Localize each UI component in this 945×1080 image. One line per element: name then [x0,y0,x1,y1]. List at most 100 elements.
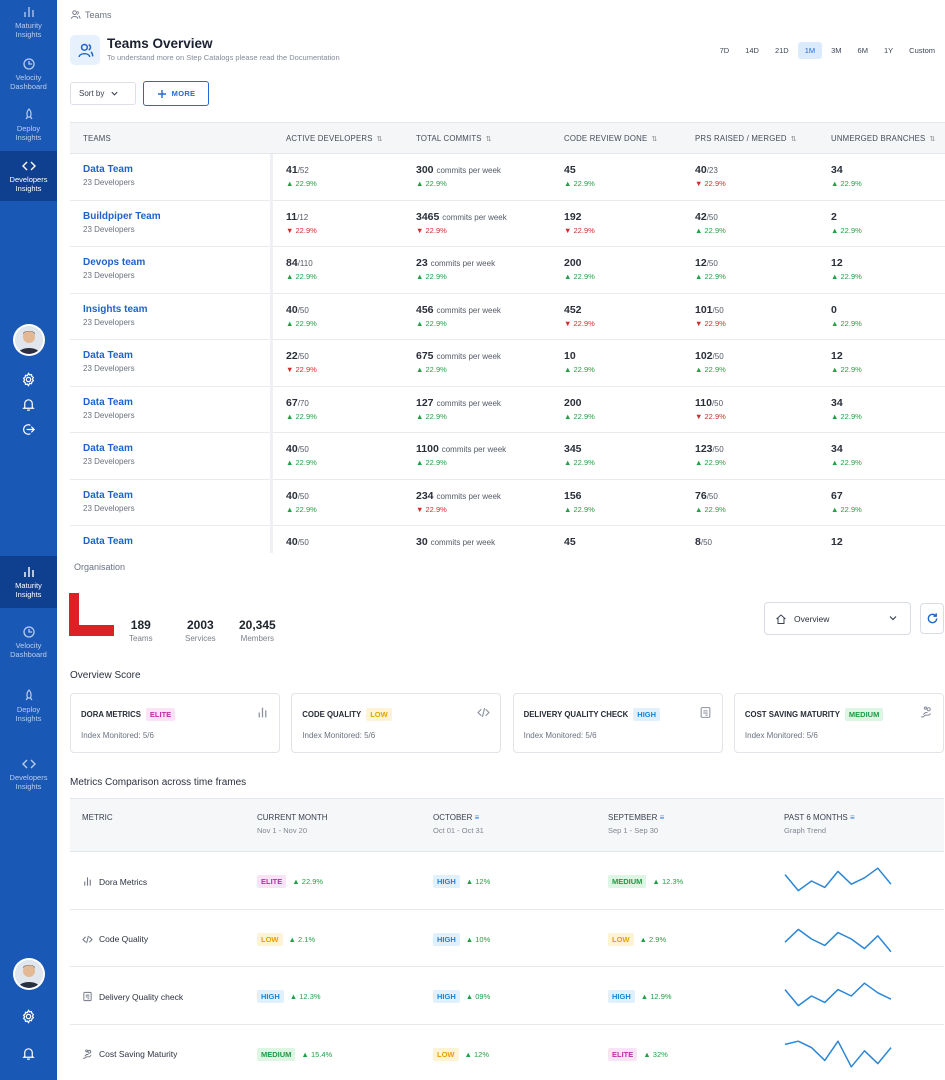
gear-icon[interactable] [21,372,36,387]
timeframe-custom[interactable]: Custom [902,42,942,59]
sort-icon[interactable]: ⇅ [651,135,657,143]
team-name-link[interactable]: Buildpiper Team [83,211,161,222]
timeframe-1m[interactable]: 1M [797,42,823,59]
team-name-link[interactable]: Data Team [83,443,135,454]
team-name-link[interactable]: Devops team [83,257,145,268]
prs-cell: 42/50 ▲ 22.9% [695,210,726,235]
score-card[interactable]: DORA METRICS ELITE Index Monitored: 5/6 [70,693,280,753]
table-row[interactable]: Delivery Quality check HIGH ▲ 12.3% HIGH ▲ 0… [70,967,944,1025]
active-developers-cell: 40/50 [286,536,309,548]
team-name-link[interactable]: Data Team [83,350,135,361]
bell-icon[interactable] [21,1046,36,1061]
logout-icon[interactable] [21,422,36,437]
total-commits-cell: 456 commits per week ▲ 22.9% [416,303,501,328]
sidebar-item-developers-insights[interactable]: Developers Insights [0,751,57,797]
col-header-prs-raised-merged[interactable]: PRS RAISED / MERGED ⇅ [695,123,797,154]
table-row[interactable]: Data Team 23 Developers 41/52 ▲ 22.9% 300 co… [70,154,945,201]
team-name-link[interactable]: Insights team [83,304,147,315]
team-name-link[interactable]: Data Team [83,490,135,501]
timeframe-21d[interactable]: 21D [768,42,796,59]
page-title: Teams Overview [107,36,213,51]
sidebar-item-deploy-insights[interactable]: Deploy Insights [0,685,57,727]
timeframe-7d[interactable]: 7D [713,42,737,59]
team-developer-count: 23 Developers [83,457,135,466]
code-review-cell: 45 [564,536,576,548]
change-indicator: ▼ 22.9% [695,318,726,328]
trend-sparkline [784,928,892,952]
col-header-active-developers[interactable]: ACTIVE DEVELOPERS ⇅ [286,123,383,154]
sidebar-item-velocity-dashboard[interactable]: Velocity Dashboard [0,56,57,92]
sort-icon[interactable]: ⇅ [929,135,935,143]
table-row[interactable]: Devops team 23 Developers 84/110 ▲ 22.9% 23 … [70,247,945,294]
overview-select[interactable]: Overview [764,602,911,635]
table-row[interactable]: Insights team 23 Developers 40/50 ▲ 22.9% 45… [70,294,945,340]
table-row[interactable]: Cost Saving Maturity MEDIUM ▲ 15.4% LOW ▲ 12… [70,1025,944,1080]
col-header-past-6-months[interactable]: PAST 6 MONTHS ≡ Graph Trend [784,813,855,835]
table-row[interactable]: Data Team 23 Developers 67/70 ▲ 22.9% 127 co… [70,387,945,433]
change-indicator: ▲ 22.9% [292,877,324,886]
active-developers-cell: 11/12 ▼ 22.9% [286,210,317,235]
table-row[interactable]: Data Team 23 Developers 22/50 ▼ 22.9% 675 co… [70,340,945,387]
score-card[interactable]: DELIVERY QUALITY CHECK HIGH Index Monitore… [512,693,723,753]
active-developers-cell: 40/50 ▲ 22.9% [286,489,317,514]
organisation-logo [69,593,114,636]
sort-icon[interactable]: ⇅ [486,135,492,143]
code-review-cell: 192 ▼ 22.9% [564,210,595,235]
users-icon [77,43,93,57]
table-row[interactable]: Data Team 23 Developers 40/50 ▲ 22.9% 1100 c… [70,433,945,480]
sidebar-item-maturity-insights[interactable]: Maturity Insights [0,556,57,608]
avatar[interactable] [15,326,43,354]
gear-icon[interactable] [21,1009,36,1024]
overview-score-cards: DORA METRICS ELITE Index Monitored: 5/6 COD… [70,693,944,753]
metric-level-cell: LOW ▲ 12% [433,1047,490,1061]
team-developer-count: 23 Developers [83,224,135,234]
col-header-unmerged-branches[interactable]: UNMERGED BRANCHES ⇅ [831,123,935,154]
change-indicator: ▲ 12% [464,1049,490,1059]
timeframe-6m[interactable]: 6M [851,42,875,59]
change-indicator: ▲ 22.9% [286,458,317,467]
code-review-cell: 156 ▲ 22.9% [564,489,595,514]
code-icon [82,934,93,945]
refresh-button[interactable] [920,603,944,634]
score-card[interactable]: CODE QUALITY LOW Index Monitored: 5/6 [291,693,502,753]
table-row[interactable]: Data Team 40/50 30 commits per week 45 8/50 1… [70,526,945,553]
filter-icon[interactable]: ≡ [850,813,855,822]
table-row[interactable]: Code Quality LOW ▲ 2.1% HIGH ▲ 10% LOW ▲ 2.9% [70,910,944,967]
prs-cell: 8/50 [695,536,712,548]
timeframe-3m[interactable]: 3M [824,42,848,59]
more-button[interactable]: MORE [143,81,209,106]
table-body: Data Team 23 Developers 41/52 ▲ 22.9% 300 co… [70,154,945,553]
change-indicator: ▲ 32% [643,1049,668,1059]
team-name-link[interactable]: Data Team [83,536,133,547]
sidebar-item-developers-insights[interactable]: Developers Insights [0,151,57,201]
timeframe-14d[interactable]: 14D [738,42,766,59]
team-name-link[interactable]: Data Team [83,164,135,175]
sort-icon[interactable]: ⇅ [377,135,383,143]
metric-level-cell: LOW ▲ 2.9% [608,932,667,946]
table-row[interactable]: Data Team 23 Developers 40/50 ▲ 22.9% 234 co… [70,480,945,526]
rocket-icon [25,689,32,701]
col-header-october[interactable]: OCTOBER ≡ Oct 01 - Oct 31 [433,813,484,835]
table-row[interactable]: Dora Metrics ELITE ▲ 22.9% HIGH ▲ 12% MEDIUM ▲… [70,852,944,910]
table-row[interactable]: Buildpiper Team 23 Developers 11/12 ▼ 22.9%… [70,201,945,247]
change-indicator: ▲ 2.9% [639,934,667,944]
sort-icon[interactable]: ⇅ [791,135,797,143]
sidebar-item-maturity-insights[interactable]: Maturity Insights [0,4,57,40]
timeframe-1y[interactable]: 1Y [877,42,900,59]
filter-icon[interactable]: ≡ [475,813,480,822]
chevron-down-icon [889,616,897,621]
score-card[interactable]: COST SAVING MATURITY MEDIUM Index Monitore… [733,693,944,753]
team-name-link[interactable]: Data Team [83,397,135,408]
filter-icon[interactable]: ≡ [660,813,665,822]
col-header-total-commits[interactable]: TOTAL COMMITS ⇅ [416,123,492,154]
change-indicator: ▲ 12.3% [652,877,684,886]
col-header-september[interactable]: SEPTEMBER ≡ Sep 1 - Sep 30 [608,813,664,835]
sidebar-item-velocity-dashboard[interactable]: Velocity Dashboard [0,621,57,663]
avatar[interactable] [15,960,43,988]
sort-by-dropdown[interactable]: Sort by [70,82,136,105]
bell-icon[interactable] [21,397,36,412]
col-header-code-review-done[interactable]: CODE REVIEW DONE ⇅ [564,123,657,154]
metric-level-cell: HIGH ▲ 12% [433,875,490,888]
sidebar-item-deploy-insights[interactable]: Deploy Insights [0,106,57,144]
metric-level-cell: MEDIUM ▲ 15.4% [257,1047,332,1061]
